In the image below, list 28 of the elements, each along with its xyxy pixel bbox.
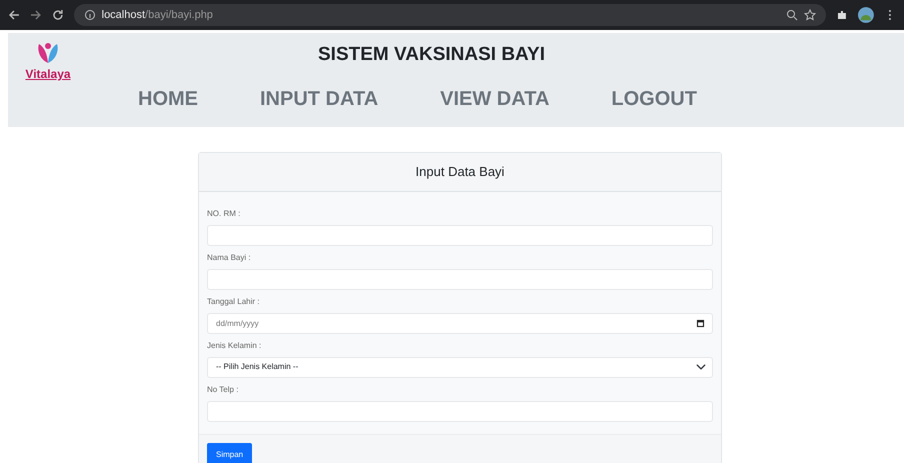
info-icon: [84, 9, 96, 21]
input-field[interactable]: [207, 400, 713, 422]
field-label: Nama Bayi :: [207, 252, 252, 264]
star-icon[interactable]: [804, 9, 816, 21]
calendar-icon[interactable]: [696, 318, 705, 328]
back-icon[interactable]: [8, 9, 20, 21]
input-field[interactable]: [207, 224, 713, 246]
nav-link[interactable]: LOGOUT: [611, 84, 697, 114]
card-header: Input Data Bayi: [199, 153, 721, 192]
date-field[interactable]: dd/mm/yyyy: [207, 312, 713, 334]
nav-link[interactable]: HOME: [138, 84, 198, 114]
gender-select[interactable]: -- Pilih Jenis Kelamin --: [207, 356, 713, 378]
reload-icon[interactable]: [52, 9, 64, 21]
nav-link[interactable]: VIEW DATA: [440, 84, 550, 114]
zoom-icon[interactable]: [786, 9, 798, 21]
puzzle-icon[interactable]: [836, 9, 848, 21]
input-field[interactable]: [207, 268, 713, 290]
save-button[interactable]: Simpan: [207, 442, 252, 463]
nav-link[interactable]: INPUT DATA: [260, 84, 378, 114]
field-label: NO. RM :: [207, 208, 242, 220]
url-text[interactable]: localhost/bayi/bayi.php: [102, 6, 213, 24]
field-label: Jenis Kelamin :: [207, 340, 262, 352]
site-title: SISTEM VAKSINASI BAYI: [318, 43, 546, 67]
field-label: Tanggal Lahir :: [207, 296, 260, 308]
avatar-icon[interactable]: [858, 7, 874, 23]
logo-text: Vitalaya: [25, 66, 71, 83]
field-label: No Telp :: [207, 384, 240, 396]
forward-icon[interactable]: [30, 9, 42, 21]
